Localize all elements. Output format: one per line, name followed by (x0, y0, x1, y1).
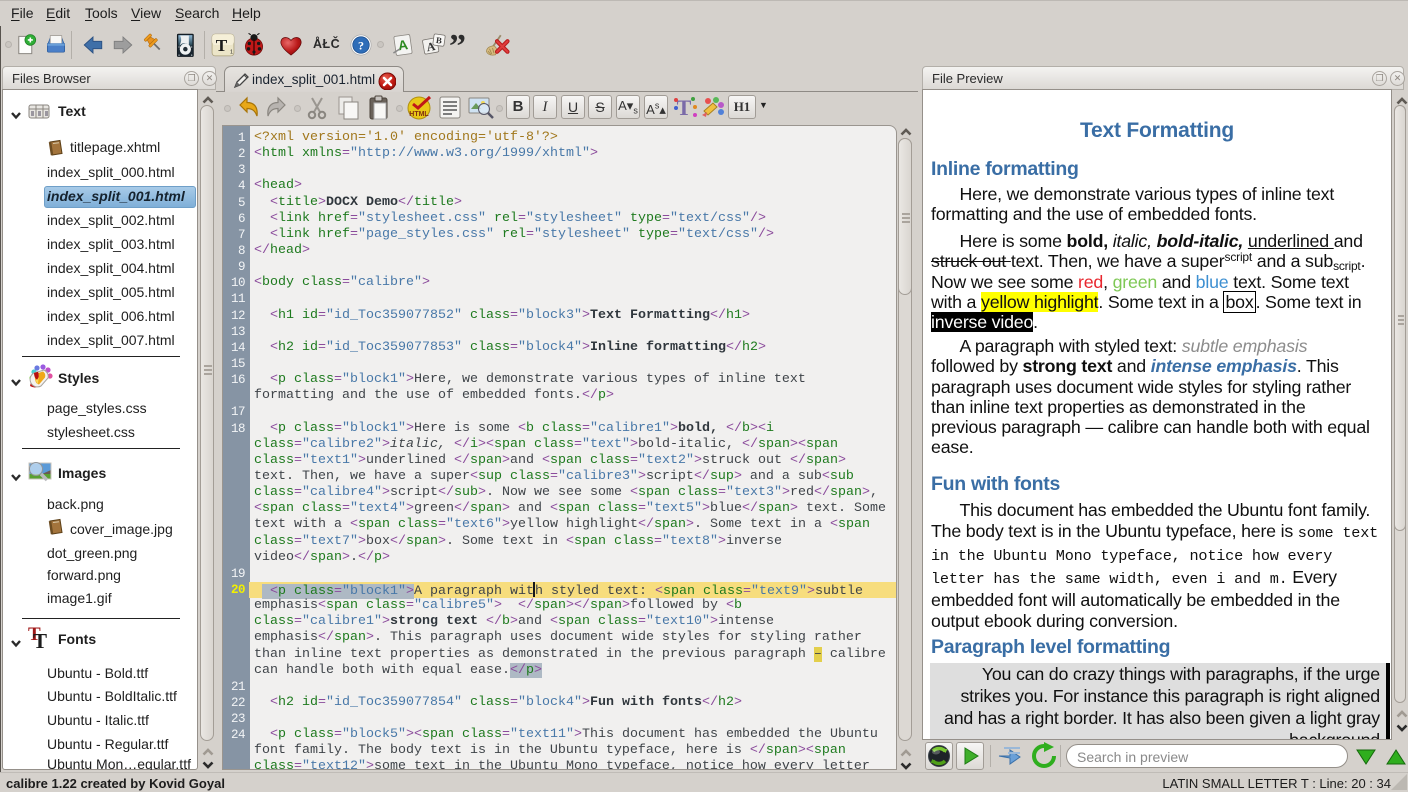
svg-text:?: ? (358, 39, 364, 53)
svg-text:T: T (216, 36, 228, 55)
svg-text:1: 1 (230, 50, 233, 56)
svg-text:T: T (677, 95, 692, 120)
svg-text:HTML: HTML (409, 111, 429, 118)
